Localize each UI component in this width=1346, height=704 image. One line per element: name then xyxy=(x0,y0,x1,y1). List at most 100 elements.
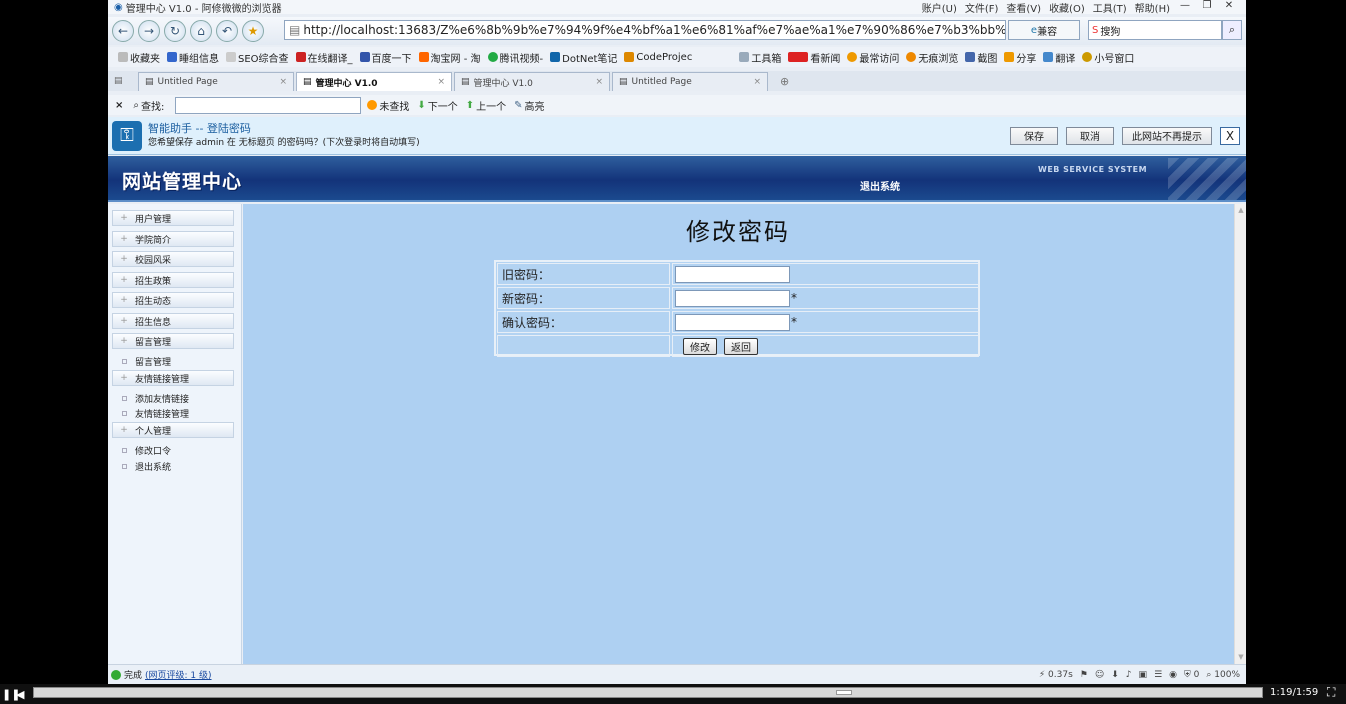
browser-logo-icon: ◉ xyxy=(114,1,123,13)
sidebar-toggle-icon[interactable]: ▤ xyxy=(114,76,123,86)
close-window-button[interactable]: ✕ xyxy=(1222,0,1236,15)
zoom-control[interactable]: ⌕ 100% xyxy=(1206,670,1240,680)
submenu-change-password[interactable]: 修改口令 xyxy=(122,444,171,457)
search-icon[interactable]: ⌕ xyxy=(1222,20,1242,40)
close-find-icon[interactable]: × xyxy=(115,100,123,111)
menu-college-intro[interactable]: + 学院简介 xyxy=(112,231,234,247)
admin-sidebar: + 用户管理 + 学院简介 + 校园风采 + 招生政策 + 招生动态 + 招生信息 + 留言管… xyxy=(108,204,242,664)
close-tab-icon[interactable]: × xyxy=(595,77,603,87)
close-prompt-button[interactable]: X xyxy=(1220,126,1240,145)
scroll-up-icon[interactable]: ▲ xyxy=(1237,206,1245,214)
compat-mode-button[interactable]: e 兼容 xyxy=(1008,20,1080,40)
seek-thumb[interactable] xyxy=(836,690,852,695)
new-tab-icon[interactable]: ⊕ xyxy=(780,75,789,88)
forward-button[interactable]: → xyxy=(138,20,160,42)
flag-icon[interactable]: ⚑ xyxy=(1080,670,1088,680)
fav-item[interactable]: 分享 xyxy=(1004,50,1036,65)
fav-item[interactable]: DotNet笔记 xyxy=(550,50,617,65)
tab-admin-center-active[interactable]: ▤ 管理中心 V1.0 × xyxy=(296,72,452,91)
fav-item[interactable]: 小号窗口 xyxy=(1082,50,1134,65)
seek-bar[interactable] xyxy=(33,687,1263,698)
fav-item[interactable]: 翻译 xyxy=(1043,50,1075,65)
scroll-down-icon[interactable]: ▼ xyxy=(1237,653,1245,661)
fav-item[interactable]: CodeProjec xyxy=(624,52,692,63)
fav-item[interactable]: 截图 xyxy=(965,50,997,65)
speaker-icon[interactable]: ◀ xyxy=(16,688,30,701)
tab-untitled-2[interactable]: ▤ Untitled Page × xyxy=(612,72,768,91)
fav-item[interactable]: 腾讯视频- xyxy=(487,50,543,65)
favorite-star-button[interactable]: ★ xyxy=(242,20,264,42)
menu-personal-management[interactable]: + 个人管理 xyxy=(112,422,234,438)
fav-item[interactable]: 百度一下 xyxy=(359,50,412,65)
pause-icon[interactable]: ❚❚ xyxy=(2,688,20,701)
submenu-message-management[interactable]: 留言管理 xyxy=(122,355,171,368)
fav-item[interactable]: 收藏夹 xyxy=(118,50,160,65)
old-password-label: 旧密码： xyxy=(497,263,670,285)
logout-link[interactable]: 退出系统 xyxy=(860,178,900,193)
search-box[interactable]: S 搜狗 xyxy=(1088,20,1222,40)
fav-item[interactable]: 无痕浏览 xyxy=(906,50,958,65)
menu-file[interactable]: 文件(F) xyxy=(965,0,999,15)
menu-campus[interactable]: + 校园风采 xyxy=(112,251,234,267)
menu-favorites[interactable]: 收藏(O) xyxy=(1049,0,1085,15)
menu-message-management[interactable]: + 留言管理 xyxy=(112,333,234,349)
tab-admin-center[interactable]: ▤ 管理中心 V1.0 × xyxy=(454,72,610,91)
bullet-icon xyxy=(122,464,127,469)
menu-user-management[interactable]: + 用户管理 xyxy=(112,210,234,226)
submenu-logout[interactable]: 退出系统 xyxy=(122,460,171,473)
fav-item[interactable]: 最常访问 xyxy=(847,50,899,65)
address-bar[interactable]: ▤ http://localhost:13683/Z%e6%8b%9b%e7%94… xyxy=(284,20,1006,40)
menu-link-management[interactable]: + 友情链接管理 xyxy=(112,370,234,386)
menu-help[interactable]: 帮助(H) xyxy=(1135,0,1170,15)
back-button-form[interactable]: 返回 xyxy=(724,337,758,355)
fav-item[interactable]: 睡组信息 xyxy=(167,50,219,65)
download-icon[interactable]: ⬇ xyxy=(1111,670,1119,680)
old-password-input[interactable] xyxy=(675,265,790,283)
menu-admission-info[interactable]: + 招生信息 xyxy=(112,313,234,329)
fav-item[interactable]: 淘宝网 - 淘 xyxy=(418,50,481,65)
minimize-button[interactable]: — xyxy=(1178,0,1192,15)
tab-untitled-1[interactable]: ▤ Untitled Page × xyxy=(138,72,294,91)
playback-time: 1:19/1:59 xyxy=(1270,687,1319,698)
cancel-button[interactable]: 取消 xyxy=(1066,126,1114,145)
menu-view[interactable]: 查看(V) xyxy=(1006,0,1041,15)
list-icon[interactable]: ☰ xyxy=(1154,670,1162,680)
new-password-input[interactable] xyxy=(675,289,790,307)
menu-admission-news[interactable]: + 招生动态 xyxy=(112,292,234,308)
fav-item[interactable]: SEO综合查 xyxy=(226,50,289,65)
back-button[interactable]: ← xyxy=(112,20,134,42)
window-title: ◉ 管理中心 V1.0 - 阿修微微的浏览器 xyxy=(114,1,282,15)
close-tab-icon[interactable]: × xyxy=(753,77,761,87)
fullscreen-icon[interactable]: ⛶ xyxy=(1327,685,1335,700)
home-button[interactable]: ⌂ xyxy=(190,20,212,42)
never-remind-button[interactable]: 此网站不再提示 xyxy=(1122,126,1212,145)
fav-item[interactable]: 在线翻译_ xyxy=(295,50,353,65)
volume-icon[interactable]: ♪ xyxy=(1126,670,1132,680)
close-tab-icon[interactable]: × xyxy=(437,77,445,87)
vertical-scrollbar[interactable]: ▲ ▼ xyxy=(1234,204,1246,664)
find-prev-button[interactable]: ⬆ 上一个 xyxy=(466,98,506,113)
page-rating-link[interactable]: (网页评级: 1 级) xyxy=(145,668,212,681)
restore-button[interactable]: ❐ xyxy=(1200,0,1214,15)
empty-cell xyxy=(497,335,670,357)
submenu-add-link[interactable]: 添加友情链接 xyxy=(122,392,189,405)
shield-icon[interactable]: ⛨ 0 xyxy=(1184,670,1199,680)
fav-item[interactable]: 工具箱 xyxy=(739,50,781,65)
refresh-button[interactable]: ↻ xyxy=(164,20,186,42)
undo-close-button[interactable]: ↶ xyxy=(216,20,238,42)
submenu-link-management[interactable]: 友情链接管理 xyxy=(122,407,189,420)
find-next-button[interactable]: ⬇ 下一个 xyxy=(417,98,457,113)
menu-admission-policy[interactable]: + 招生政策 xyxy=(112,272,234,288)
trash-icon[interactable]: ▣ xyxy=(1139,670,1148,680)
find-input[interactable] xyxy=(175,96,362,114)
submit-button[interactable]: 修改 xyxy=(683,337,717,355)
close-tab-icon[interactable]: × xyxy=(279,77,287,87)
eye-icon[interactable]: ◉ xyxy=(1169,670,1177,680)
confirm-password-input[interactable] xyxy=(675,313,790,331)
menu-account[interactable]: 账户(U) xyxy=(922,0,957,15)
person-icon[interactable]: ☺ xyxy=(1095,670,1104,680)
highlight-button[interactable]: ✎ 高亮 xyxy=(514,98,544,113)
menu-tools[interactable]: 工具(T) xyxy=(1093,0,1127,15)
save-password-button[interactable]: 保存 xyxy=(1010,126,1058,145)
fav-item[interactable]: 看新闻 xyxy=(788,50,840,65)
